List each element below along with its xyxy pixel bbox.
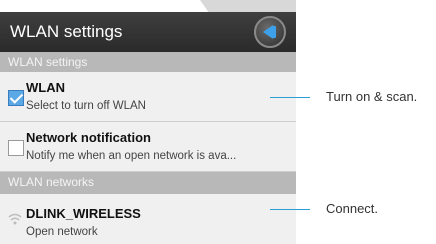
title-bar: WLAN settings <box>0 12 296 52</box>
annotation-connect: Connect. <box>326 201 379 216</box>
callout-line-connect <box>270 209 310 210</box>
notification-subtitle: Notify me when an open network is ava... <box>26 150 237 162</box>
wlan-title: WLAN <box>26 80 65 95</box>
top-edge <box>0 0 296 12</box>
section-header-settings: WLAN settings <box>0 52 296 72</box>
network-row[interactable]: DLINK_WIRELESS Open network <box>0 194 296 244</box>
wlan-subtitle: Select to turn off WLAN <box>26 100 146 112</box>
phone-screen: WLAN settings WLAN settings WLAN Select … <box>0 0 296 244</box>
network-status: Open network <box>26 226 98 238</box>
wlan-checkbox[interactable] <box>8 90 24 106</box>
section-header-label: WLAN settings <box>8 55 88 69</box>
callout-line-turn-on <box>270 97 310 98</box>
page-title: WLAN settings <box>10 22 123 41</box>
notification-checkbox[interactable] <box>8 140 24 156</box>
network-name: DLINK_WIRELESS <box>26 206 141 221</box>
notification-title: Network notification <box>26 130 151 145</box>
network-notification-row[interactable]: Network notification Notify me when an o… <box>0 122 296 172</box>
annotation-turn-on: Turn on & scan. <box>326 89 418 104</box>
wifi-signal-icon <box>8 213 22 225</box>
wlan-toggle-row[interactable]: WLAN Select to turn off WLAN <box>0 72 296 122</box>
back-button[interactable] <box>254 16 286 48</box>
section-header-networks: WLAN networks <box>0 172 296 194</box>
section-header-label: WLAN networks <box>8 175 95 189</box>
